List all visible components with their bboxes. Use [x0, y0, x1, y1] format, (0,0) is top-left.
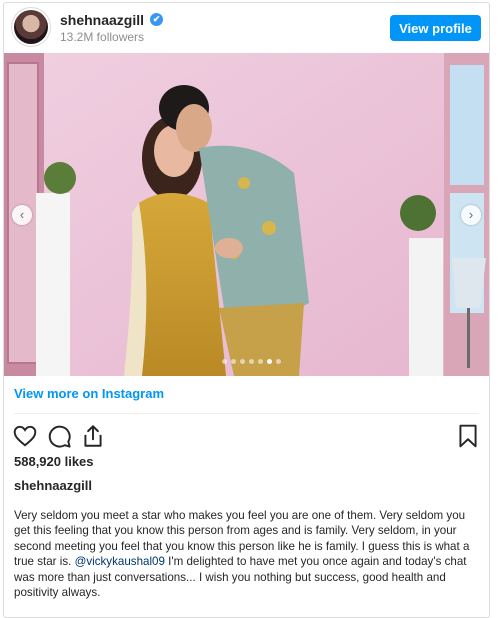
divider	[14, 413, 479, 414]
carousel-indicator	[222, 359, 281, 365]
verified-badge-icon: ✔	[150, 13, 163, 26]
view-profile-button[interactable]: View profile	[390, 15, 481, 41]
mention-link[interactable]: @vickykaushal09	[75, 555, 165, 568]
next-photo-button[interactable]: ›	[461, 205, 481, 225]
post-photo[interactable]: ‹ ›	[4, 53, 489, 376]
post-header: shehnaazgill ✔ 13.2M followers View prof…	[4, 3, 489, 53]
action-bar	[10, 423, 485, 449]
post-owner[interactable]: shehnaazgill	[14, 478, 92, 493]
photo-image	[4, 53, 489, 376]
username[interactable]: shehnaazgill	[60, 12, 144, 28]
carousel-dot	[249, 359, 254, 364]
follower-count: 13.2M followers	[60, 30, 145, 44]
post-caption: Very seldom you meet a star who makes yo…	[14, 508, 480, 600]
carousel-dot	[276, 359, 281, 364]
heart-icon[interactable]	[12, 423, 38, 449]
avatar[interactable]	[14, 10, 48, 44]
carousel-dot	[222, 359, 227, 364]
view-more-link[interactable]: View more on Instagram	[14, 386, 164, 401]
carousel-dot	[231, 359, 236, 364]
carousel-dot	[267, 359, 272, 364]
carousel-dot	[240, 359, 245, 364]
comment-icon[interactable]	[46, 423, 72, 449]
share-icon[interactable]	[80, 423, 106, 449]
carousel-dot	[258, 359, 263, 364]
bookmark-icon[interactable]	[455, 423, 481, 449]
instagram-embed-card: shehnaazgill ✔ 13.2M followers View prof…	[3, 2, 490, 618]
like-count[interactable]: 588,920 likes	[14, 454, 94, 469]
previous-photo-button[interactable]: ‹	[12, 205, 32, 225]
